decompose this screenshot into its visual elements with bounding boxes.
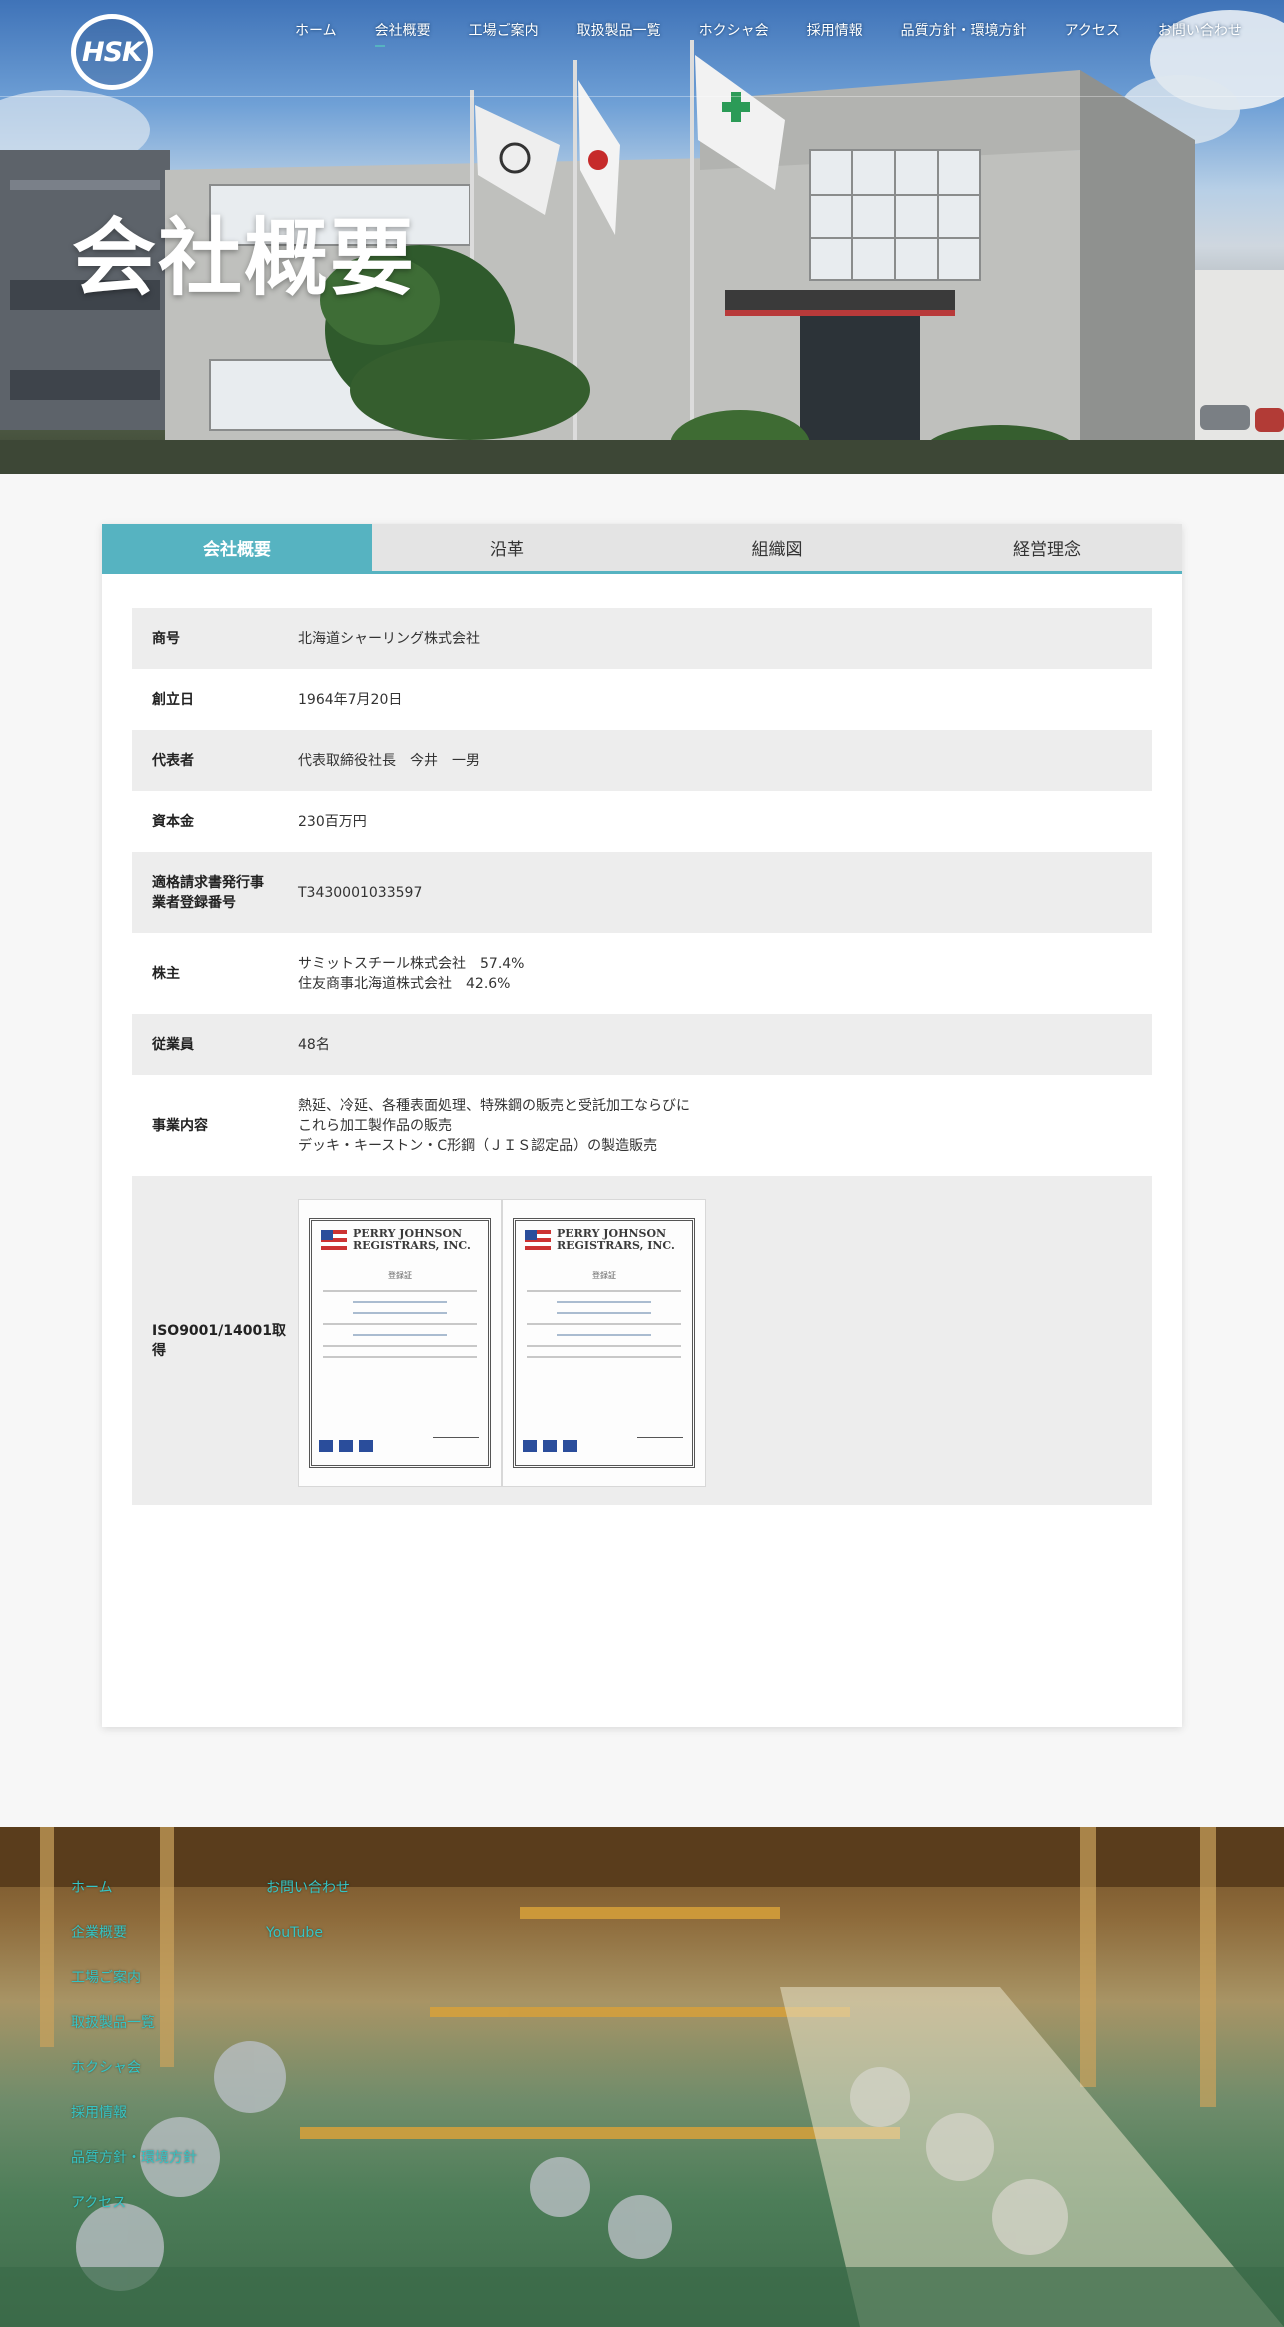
row-key-line: 得 — [152, 1342, 166, 1359]
row-value: 230百万円 — [298, 813, 367, 830]
iso-certificates: PERRY JOHNSON REGISTRARS, INC. 登録証 PERRY … — [298, 1195, 1152, 1487]
row-value: 熱延、冷延、各種表面処理、特殊鋼の販売と受託加工ならびに これら加工製作品の販売デ… — [298, 1075, 1152, 1176]
row-key: ISO9001/14001取得 — [132, 1176, 298, 1505]
row-key: 創立日 — [152, 691, 194, 708]
row-key: 商号 — [152, 630, 180, 647]
flag-icon — [321, 1229, 347, 1250]
footer-link-youtube[interactable]: YouTube — [266, 1924, 350, 1969]
value-line: これら加工製作品の販売 — [298, 1117, 452, 1134]
value-line: 住友商事北海道株式会社 42.6% — [298, 975, 511, 992]
tab-org-chart[interactable]: 組織図 — [642, 524, 912, 571]
table-row: ISO9001/14001取得 PERRY JOHNSON REGISTRARS,… — [132, 1176, 1152, 1505]
nav-access[interactable]: アクセス — [1065, 20, 1120, 40]
table-row: 株主 サミットスチール株式会社 57.4% 住友商事北海道株式会社 42.6% — [132, 933, 1152, 1014]
footer: ホーム 企業概要 工場ご案内 取扱製品一覧 ホクシャ会 採用情報 品質方針・環境… — [0, 1827, 1284, 2327]
footer-nav-secondary: お問い合わせ YouTube — [266, 1879, 350, 1969]
header-divider — [0, 96, 1284, 97]
footer-link-access[interactable]: アクセス — [71, 2194, 197, 2239]
global-nav: ホーム 会社概要 工場ご案内 取扱製品一覧 ホクシャ会 採用情報 品質方針・環境… — [295, 20, 1280, 47]
company-info-table: 商号 北海道シャーリング株式会社 創立日 1964年7月20日 代表者 代表取締… — [132, 608, 1152, 1505]
table-row: 従業員 48名 — [132, 1014, 1152, 1075]
nav-quality-policy[interactable]: 品質方針・環境方針 — [901, 20, 1027, 40]
table-row: 創立日 1964年7月20日 — [132, 669, 1152, 730]
row-key-line: 適格請求書発行事 — [152, 874, 264, 891]
value-line: デッキ・キーストン・C形鋼（ＪＩＳ認定品）の製造販売 — [298, 1137, 658, 1154]
nav-home[interactable]: ホーム — [295, 20, 337, 40]
row-key: 代表者 — [152, 752, 194, 769]
footer-link-company[interactable]: 企業概要 — [71, 1924, 197, 1969]
footer-nav-primary: ホーム 企業概要 工場ご案内 取扱製品一覧 ホクシャ会 採用情報 品質方針・環境… — [71, 1879, 197, 2239]
cert-issuer: REGISTRARS, INC. — [557, 1238, 675, 1252]
nav-company-overview[interactable]: 会社概要 — [374, 20, 431, 47]
footer-link-products[interactable]: 取扱製品一覧 — [71, 2014, 197, 2059]
row-key: 従業員 — [152, 1036, 194, 1053]
row-value: 北海道シャーリング株式会社 — [298, 630, 480, 647]
footer-link-recruit[interactable]: 採用情報 — [71, 2104, 197, 2149]
flag-icon — [525, 1229, 551, 1250]
iso9001-certificate-image[interactable]: PERRY JOHNSON REGISTRARS, INC. 登録証 — [298, 1198, 502, 1487]
row-key-line: ISO9001/14001取 — [152, 1322, 286, 1339]
footer-link-home[interactable]: ホーム — [71, 1879, 197, 1924]
row-key: 資本金 — [152, 813, 194, 830]
cert-heading: 登録証 — [388, 1270, 412, 1280]
row-key-line: 業者登録番号 — [152, 894, 236, 911]
hero-banner: HSK ホーム 会社概要 工場ご案内 取扱製品一覧 ホクシャ会 採用情報 品質方… — [0, 0, 1284, 474]
cert-heading: 登録証 — [592, 1270, 616, 1280]
row-value: サミットスチール株式会社 57.4% 住友商事北海道株式会社 42.6% — [298, 933, 1152, 1014]
table-row: 代表者 代表取締役社長 今井 一男 — [132, 730, 1152, 791]
tab-company-overview[interactable]: 会社概要 — [102, 524, 372, 571]
row-key: 株主 — [152, 965, 180, 982]
footer-link-quality-policy[interactable]: 品質方針・環境方針 — [71, 2149, 197, 2194]
footer-link-hokusha-kai[interactable]: ホクシャ会 — [71, 2059, 197, 2104]
tab-history[interactable]: 沿革 — [372, 524, 642, 571]
nav-recruit[interactable]: 採用情報 — [807, 20, 863, 40]
row-value: 1964年7月20日 — [298, 691, 403, 708]
value-line: サミットスチール株式会社 57.4% — [298, 955, 525, 972]
table-row: 適格請求書発行事 業者登録番号 T3430001033597 — [132, 852, 1152, 933]
footer-link-factory[interactable]: 工場ご案内 — [71, 1969, 197, 2014]
nav-products[interactable]: 取扱製品一覧 — [577, 20, 661, 40]
iso14001-certificate-image[interactable]: PERRY JOHNSON REGISTRARS, INC. 登録証 — [502, 1198, 706, 1487]
table-row: 商号 北海道シャーリング株式会社 — [132, 608, 1152, 669]
cert-issuer: REGISTRARS, INC. — [353, 1238, 471, 1252]
tab-philosophy[interactable]: 経営理念 — [912, 524, 1182, 571]
nav-factory-guide[interactable]: 工場ご案内 — [469, 20, 539, 40]
row-key: 事業内容 — [152, 1117, 208, 1134]
row-value: T3430001033597 — [298, 884, 423, 901]
row-key: 適格請求書発行事 業者登録番号 — [132, 852, 298, 933]
value-line: 熱延、冷延、各種表面処理、特殊鋼の販売と受託加工ならびに — [298, 1097, 690, 1114]
row-value: 代表取締役社長 今井 一男 — [298, 752, 480, 769]
tab-bar: 会社概要 沿革 組織図 経営理念 — [102, 524, 1182, 574]
content-card: 会社概要 沿革 組織図 経営理念 商号 北海道シャーリング株式会社 創立日 19… — [102, 524, 1182, 1727]
nav-hokusha-kai[interactable]: ホクシャ会 — [699, 20, 769, 40]
nav-contact[interactable]: お問い合わせ — [1158, 20, 1242, 40]
page-title: 会社概要 — [72, 209, 417, 307]
row-value: 48名 — [298, 1036, 330, 1053]
hsk-logo[interactable]: HSK — [71, 14, 153, 90]
footer-link-contact[interactable]: お問い合わせ — [266, 1879, 350, 1924]
table-row: 資本金 230百万円 — [132, 791, 1152, 852]
row-value: PERRY JOHNSON REGISTRARS, INC. 登録証 PERRY … — [298, 1176, 1152, 1505]
table-row: 事業内容 熱延、冷延、各種表面処理、特殊鋼の販売と受託加工ならびに これら加工製作… — [132, 1075, 1152, 1176]
logo-text: HSK — [82, 36, 143, 68]
